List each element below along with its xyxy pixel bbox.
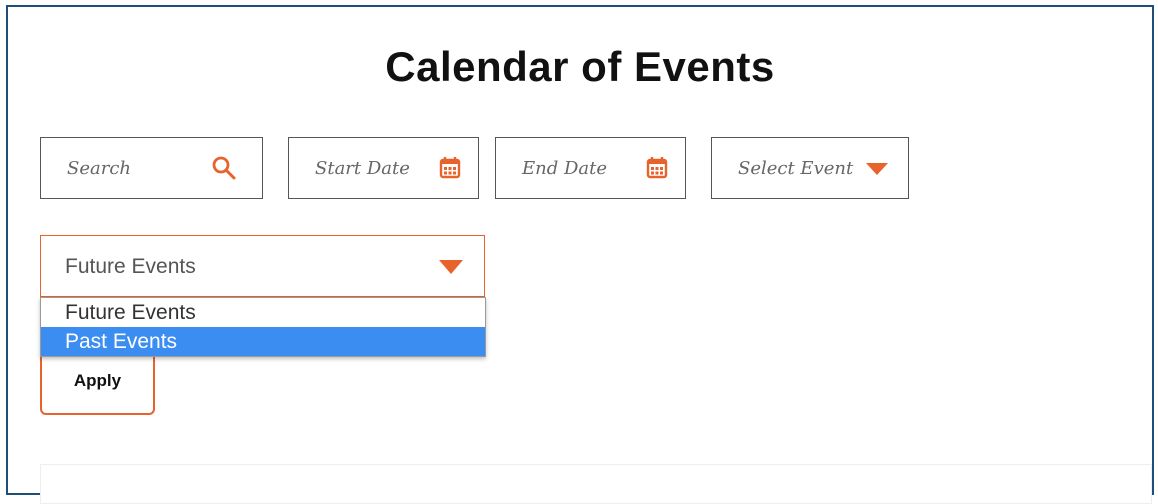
results-panel <box>40 464 1152 504</box>
dropdown-option-past-events[interactable]: Past Events <box>41 327 485 356</box>
event-type-select[interactable]: Select Event <box>711 137 909 199</box>
event-select-placeholder: Select Event <box>738 157 854 179</box>
triangle-down-icon <box>866 163 888 175</box>
triangle-down-icon <box>439 260 463 274</box>
start-date-placeholder: Start Date <box>315 157 410 179</box>
calendar-icon[interactable] <box>644 155 670 181</box>
end-date-field[interactable]: End Date <box>495 137 686 199</box>
start-date-field[interactable]: Start Date <box>288 137 479 199</box>
time-filter-dropdown-list: Future Events Past Events <box>40 297 486 357</box>
time-filter-value: Future Events <box>65 255 196 278</box>
page-title: Calendar of Events <box>385 43 775 90</box>
end-date-placeholder: End Date <box>522 157 608 179</box>
search-icon[interactable] <box>211 155 237 181</box>
search-placeholder: Search <box>67 157 131 179</box>
page-frame: Calendar of Events Search Start Date End… <box>6 5 1154 504</box>
search-input[interactable]: Search <box>40 137 263 199</box>
calendar-icon[interactable] <box>437 155 463 181</box>
time-filter-select[interactable]: Future Events <box>40 235 485 297</box>
dropdown-option-future-events[interactable]: Future Events <box>41 298 485 327</box>
